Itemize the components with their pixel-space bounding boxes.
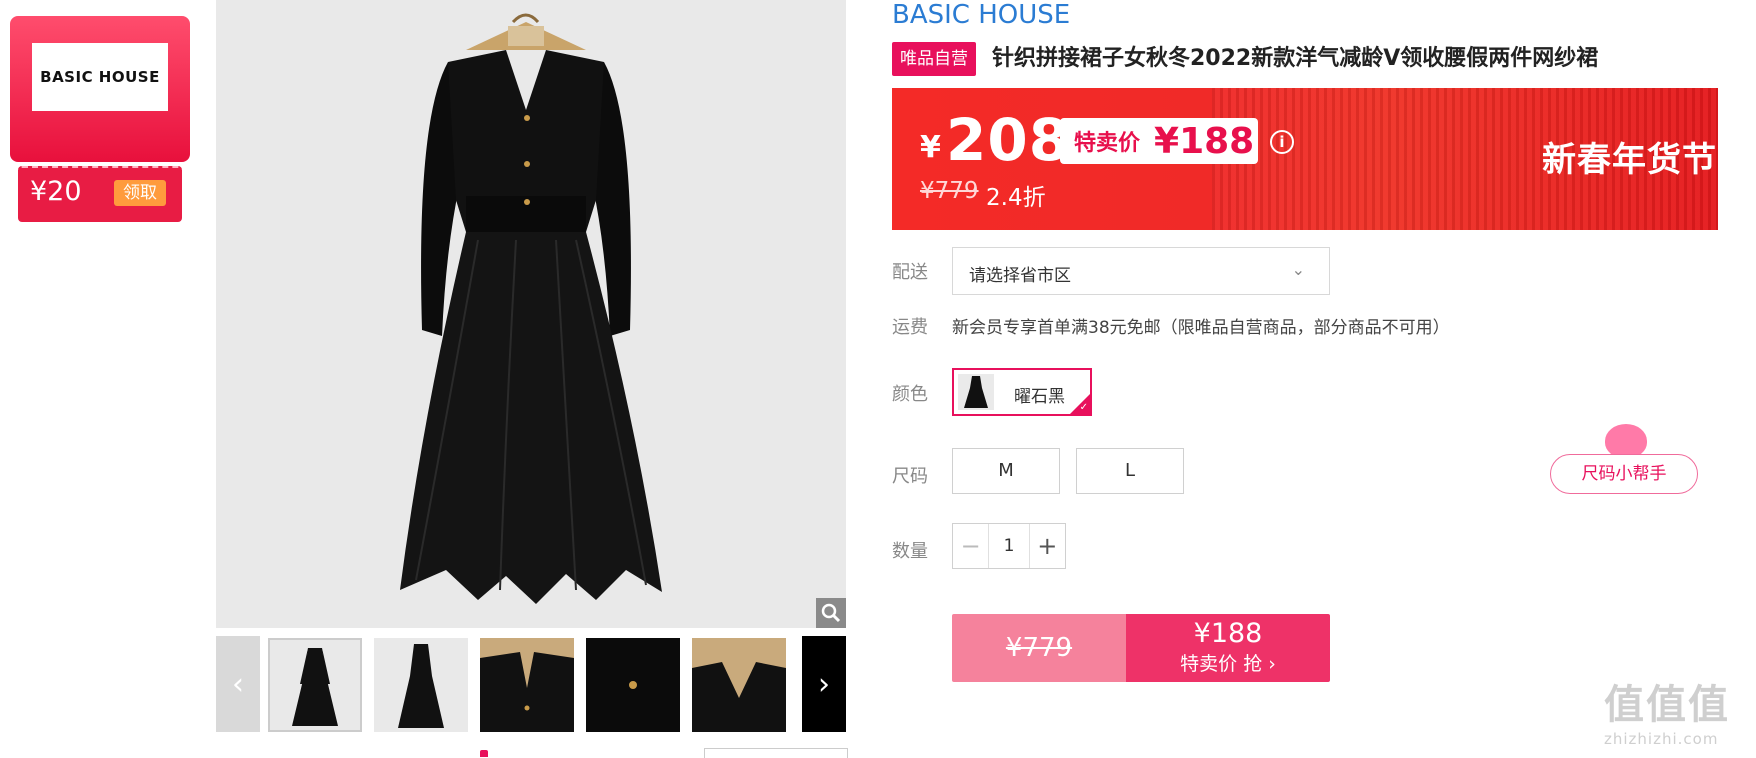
coupon-amount: ¥20	[30, 176, 82, 207]
special-price-tag: 特卖价 ¥188	[1060, 118, 1258, 164]
original-price-button[interactable]: ¥779	[952, 614, 1126, 682]
quantity-label: 数量	[892, 541, 928, 562]
original-price: ¥779	[920, 178, 979, 204]
festival-label: 新春年货节	[1542, 140, 1717, 180]
buy-price: ¥188	[1193, 618, 1263, 649]
product-title: 针织拼接裙子女秋冬2022新款洋气减龄V领收腰假两件网纱裙	[992, 46, 1599, 71]
site-watermark: 值值值 zhizhizhi.com	[1604, 672, 1754, 757]
shipping-info: 新会员专享首单满38元免邮（限唯品自营商品，部分商品不可用）	[952, 318, 1450, 338]
coupon-header: BASIC HOUSE	[10, 16, 190, 162]
thumbnail-2[interactable]	[374, 638, 468, 732]
size-label: 尺码	[892, 466, 928, 487]
watermark-url: zhizhizhi.com	[1604, 730, 1719, 748]
quantity-stepper: − 1 +	[952, 523, 1066, 569]
current-price: 208	[946, 106, 1071, 174]
price-banner: ¥ 208 特卖价 ¥188 i ¥779 2.4折 新春年货节	[892, 88, 1718, 230]
discount-rate: 2.4折	[986, 185, 1046, 211]
thumbnail-1[interactable]	[268, 638, 362, 732]
increase-button[interactable]: +	[1028, 524, 1065, 568]
shipping-label: 运费	[892, 317, 928, 338]
decrease-button[interactable]: −	[953, 524, 990, 568]
info-icon[interactable]: i	[1270, 130, 1294, 154]
chevron-left-icon[interactable]: ‹	[216, 636, 260, 732]
brand-coupon[interactable]: BASIC HOUSE ¥20 领取	[10, 16, 190, 222]
checkmark-icon: ✓	[1079, 402, 1088, 413]
quantity-input[interactable]: 1	[989, 524, 1028, 568]
thumbnail-indicator	[480, 750, 488, 757]
currency-symbol: ¥	[920, 130, 941, 165]
coupon-body: ¥20 领取	[18, 166, 182, 222]
special-price-value: ¥188	[1154, 120, 1255, 162]
mascot-icon	[1605, 424, 1647, 458]
main-product-image[interactable]	[216, 0, 846, 628]
dress-illustration	[400, 13, 662, 604]
magnifier-icon[interactable]	[816, 598, 846, 628]
size-option-m[interactable]: M	[952, 448, 1060, 494]
watermark-logo: 值值值	[1604, 682, 1730, 728]
region-select[interactable]: 请选择省市区 ⌄	[952, 247, 1330, 295]
self-operated-badge: 唯品自营	[892, 42, 976, 76]
color-option-label: 曜石黑	[1014, 387, 1065, 407]
size-helper-button[interactable]: 尺码小帮手	[1550, 454, 1698, 494]
chevron-down-icon: ⌄	[1291, 260, 1305, 279]
delivery-label: 配送	[892, 262, 928, 283]
size-option-l[interactable]: L	[1076, 448, 1184, 494]
special-price-label: 特卖价	[1074, 131, 1141, 156]
thumbnail-3[interactable]	[480, 638, 574, 732]
region-select-value: 请选择省市区	[969, 266, 1071, 286]
color-label: 颜色	[892, 384, 928, 405]
chevron-right-icon[interactable]: ›	[802, 636, 846, 732]
claim-coupon-button[interactable]: 领取	[114, 180, 166, 206]
thumbnail-5[interactable]	[692, 638, 786, 732]
brand-link[interactable]: BASIC HOUSE	[892, 0, 1070, 30]
color-option-selected[interactable]: 曜石黑 ✓	[952, 368, 1092, 416]
buy-label: 特卖价 抢 ›	[1180, 653, 1276, 675]
color-swatch-image	[958, 374, 994, 410]
thumbnail-4[interactable]	[586, 638, 680, 732]
buy-now-button[interactable]: ¥188 特卖价 抢 ›	[1126, 614, 1330, 682]
brand-logo: BASIC HOUSE	[32, 43, 168, 111]
